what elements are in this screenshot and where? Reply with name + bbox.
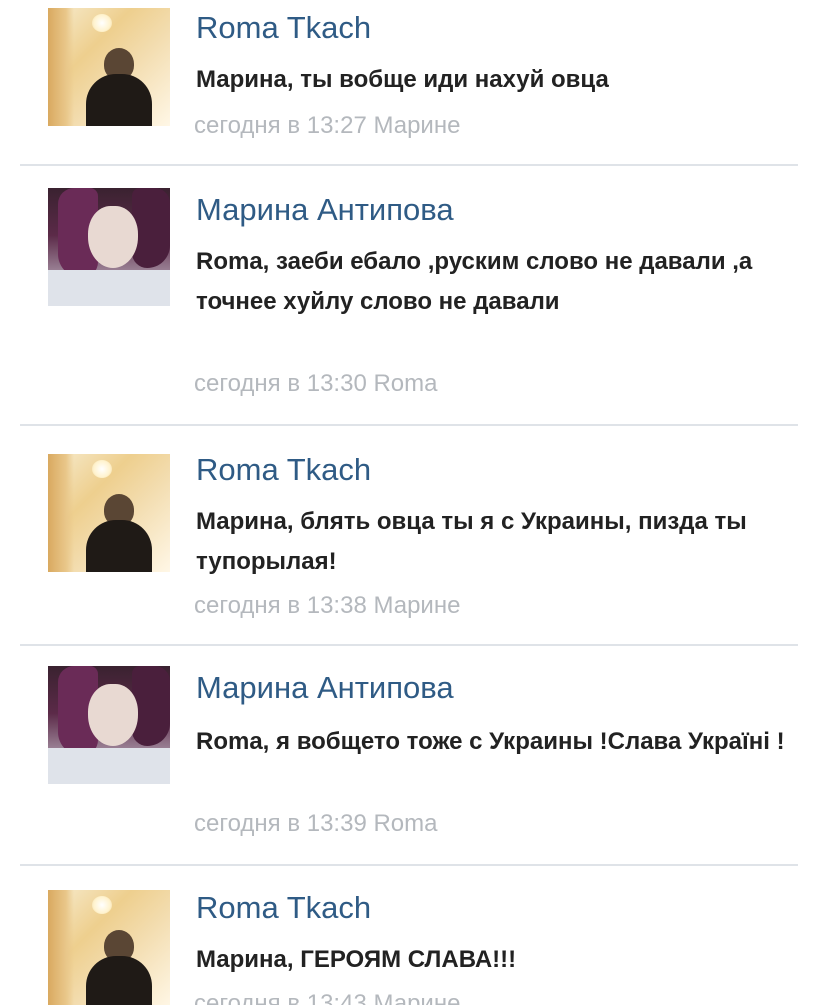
author-name[interactable]: Roma Tkach xyxy=(196,452,371,488)
comment-meta[interactable]: сегодня в 13:27 Марине xyxy=(194,112,460,140)
avatar[interactable] xyxy=(48,666,170,784)
author-name[interactable]: Марина Антипова xyxy=(196,670,454,706)
comment-text: Марина, блять овца ты я с Украины, пизда… xyxy=(196,508,747,575)
divider xyxy=(20,424,798,426)
comment-meta[interactable]: сегодня в 13:39 Roma xyxy=(194,810,437,838)
comment-meta[interactable]: сегодня в 13:30 Roma xyxy=(194,370,437,398)
author-name[interactable]: Roma Tkach xyxy=(196,890,371,926)
avatar[interactable] xyxy=(48,890,170,1005)
comment-text: Roma, я вобщето тоже с Украины !Слава Ук… xyxy=(196,728,785,755)
comment-text: Марина, ты вобще иди нахуй овца xyxy=(196,66,609,93)
author-name[interactable]: Roma Tkach xyxy=(196,10,371,46)
comment-feed: Roma Tkach Марина, ты вобще иди нахуй ов… xyxy=(0,0,828,1005)
comment-text: Марина, ГЕРОЯМ СЛАВА!!! xyxy=(196,946,517,973)
avatar[interactable] xyxy=(48,8,170,126)
divider xyxy=(20,864,798,866)
avatar[interactable] xyxy=(48,188,170,306)
avatar[interactable] xyxy=(48,454,170,572)
author-name[interactable]: Марина Антипова xyxy=(196,192,454,228)
comment-meta[interactable]: сегодня в 13:43 Марине xyxy=(194,990,460,1005)
comment-meta[interactable]: сегодня в 13:38 Марине xyxy=(194,592,460,620)
divider xyxy=(20,644,798,646)
comment-text: Roma, заеби ебало ,руским слово не давал… xyxy=(196,248,753,315)
divider xyxy=(20,164,798,166)
